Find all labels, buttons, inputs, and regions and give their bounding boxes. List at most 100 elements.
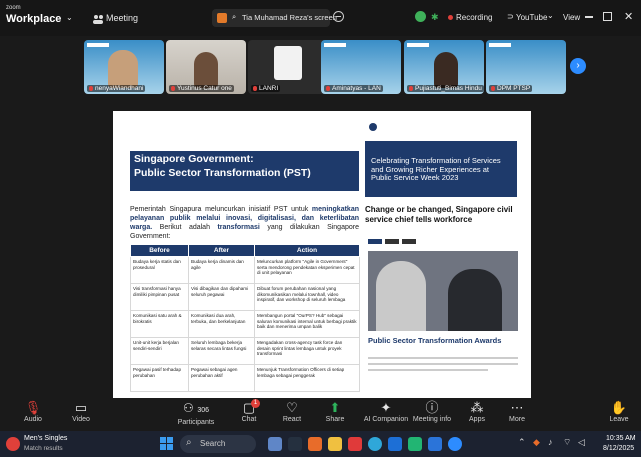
shared-screen: Singapore Government: Public Sector Tran…: [113, 111, 531, 398]
maximize-icon[interactable]: [603, 12, 612, 21]
outlook-icon[interactable]: [428, 437, 442, 451]
awards-heading: Public Sector Transformation Awards: [368, 336, 502, 345]
table-cell: Visi transformasi hanya dimiliki pimpina…: [130, 283, 189, 311]
table-cell: Visi dibagikan dan dipahami seluruh pega…: [188, 283, 255, 311]
share-button-email: [402, 239, 416, 244]
minimize-icon[interactable]: [585, 16, 593, 18]
next-page-icon[interactable]: ›: [570, 58, 586, 74]
close-icon[interactable]: ✕: [624, 10, 633, 23]
app-icon-gallery[interactable]: [268, 437, 282, 451]
chevron-down-icon[interactable]: ⌄: [547, 11, 554, 20]
mic-muted-icon: [89, 85, 93, 91]
share-button[interactable]: ⬆ Share: [320, 398, 350, 431]
participant-avatar: [274, 46, 302, 80]
org-logo: [489, 43, 511, 47]
meeting-info-button[interactable]: ⓘ Meeting info: [408, 398, 456, 431]
table-cell: Menunjuk Transformation Officers di seti…: [254, 364, 360, 392]
participant-tile[interactable]: Yustinus Catur one: [166, 40, 246, 94]
share-screen-icon: [217, 13, 227, 23]
start-icon[interactable]: [160, 437, 174, 451]
participant-tile[interactable]: LANRI: [248, 40, 328, 94]
news-widget-icon[interactable]: [6, 437, 20, 451]
participant-video: [434, 52, 458, 88]
table-row: Unit-unit kerja berjalan sendiri-sendiri…: [130, 337, 360, 365]
screen-share-indicator[interactable]: ⌕ Tia Muhamad Reza's screen: [212, 9, 337, 27]
table-row: Budaya kerja statis dan prosedural Buday…: [130, 256, 360, 284]
recording-dot-icon: [448, 15, 453, 20]
app-brand: Workplace: [6, 13, 62, 25]
table-cell: Pegawai pasif terhadap perubahan: [130, 364, 189, 392]
zoom-icon[interactable]: [448, 437, 462, 451]
news-headline: Change or be changed, Singapore civil se…: [365, 205, 513, 224]
table-row: Visi transformasi hanya dimiliki pimpina…: [130, 283, 360, 311]
table-row: Pegawai pasif terhadap perubahan Pegawai…: [130, 364, 360, 392]
wifi-icon[interactable]: ⌔: [563, 437, 571, 448]
participant-name: Pujiastuti_Bimas Hindu: [407, 85, 484, 92]
taskbar-search[interactable]: ⌕ Search: [180, 435, 256, 453]
table-cell: Unit-unit kerja berjalan sendiri-sendiri: [130, 337, 189, 365]
mic-muted-icon: [171, 85, 175, 91]
table-cell: Budaya kerja statis dan prosedural: [130, 256, 189, 284]
react-button[interactable]: ♡ React: [276, 398, 308, 431]
participant-video: [194, 52, 218, 88]
volume-icon[interactable]: ◁: [578, 437, 585, 448]
view-button[interactable]: View: [563, 13, 580, 22]
participant-tile[interactable]: Aminatyas - LAN: [321, 40, 401, 94]
participant-video: [108, 50, 138, 88]
participants-icon: ⚇ 306: [182, 401, 210, 415]
participant-tile[interactable]: nenyaWiandhani: [84, 40, 164, 94]
more-icon: ⋯: [510, 400, 524, 415]
tray-app-icon[interactable]: ◆: [533, 437, 540, 448]
table-cell: Budaya kerja dinamis dan agile: [188, 256, 255, 284]
table-row: Komunikasi satu arah & birokratis Komuni…: [130, 310, 360, 338]
leave-icon: ✋: [610, 400, 628, 415]
participant-tile[interactable]: DPM PTSP: [486, 40, 566, 94]
info-icon: ⓘ: [425, 400, 439, 415]
browser-icon[interactable]: [368, 437, 382, 451]
tray-chevron-icon[interactable]: ⌃: [518, 437, 526, 448]
folder-icon[interactable]: [328, 437, 342, 451]
table-header: Before: [130, 244, 189, 257]
whatsapp-icon[interactable]: [408, 437, 422, 451]
transformation-table: Before After Action Budaya kerja statis …: [130, 244, 360, 392]
participant-name: nenyaWiandhani: [87, 85, 146, 92]
share-label: Tia Muhamad Reza's screen: [242, 13, 337, 22]
audio-button[interactable]: 🎙 Audio: [18, 398, 48, 431]
recording-label[interactable]: Recording: [456, 13, 492, 22]
table-header: Action: [254, 244, 360, 257]
mic-muted-icon: [326, 85, 330, 91]
chevron-down-icon[interactable]: ⌄: [66, 13, 73, 22]
app-icon-store[interactable]: [308, 437, 322, 451]
widget-title[interactable]: Men's Singles: [24, 435, 67, 442]
table-cell: Membangun portal "OurPS? Hub" sebagai sa…: [254, 310, 360, 338]
person-right: [448, 269, 502, 331]
youtube-label[interactable]: YouTube: [516, 13, 547, 22]
chat-badge: 1: [251, 399, 260, 408]
app-icon-blue[interactable]: [388, 437, 402, 451]
participants-button[interactable]: ⚇ 306 Participants: [170, 398, 222, 431]
news-photo: [368, 251, 518, 331]
leave-button[interactable]: ✋ Leave: [604, 398, 634, 431]
table-cell: Dibuat forum perubahan nasional yang dik…: [254, 283, 360, 311]
view-options-icon[interactable]: [333, 11, 344, 22]
ai-companion-button[interactable]: ✦ AI Companion: [360, 398, 412, 431]
clock-time[interactable]: 10:35 AM: [606, 435, 636, 442]
apps-button[interactable]: ⁂ Apps: [462, 398, 492, 431]
meeting-label: Meeting: [106, 13, 139, 23]
app-icon-widgets[interactable]: [288, 437, 302, 451]
video-button[interactable]: ▭ Video: [66, 398, 96, 431]
news-hero-banner: Celebrating Transformation of Services a…: [365, 141, 517, 197]
participant-name: LANRI: [251, 85, 281, 92]
tray-network-icon[interactable]: ♪: [548, 437, 553, 447]
chat-button[interactable]: ▢ Chat 1: [234, 398, 264, 431]
clock-date[interactable]: 8/12/2025: [603, 445, 634, 452]
search-icon: ⌕: [186, 437, 192, 448]
security-shield-icon[interactable]: [415, 11, 426, 22]
app-brand-small: zoom: [6, 5, 21, 11]
encryption-icon: ✱: [431, 12, 439, 22]
app-icon-red[interactable]: [348, 437, 362, 451]
mic-muted-icon: [491, 85, 495, 91]
more-button[interactable]: ⋯ More: [502, 398, 532, 431]
participant-tile[interactable]: Pujiastuti_Bimas Hindu: [404, 40, 484, 94]
sparkle-icon: ✦: [380, 400, 392, 415]
